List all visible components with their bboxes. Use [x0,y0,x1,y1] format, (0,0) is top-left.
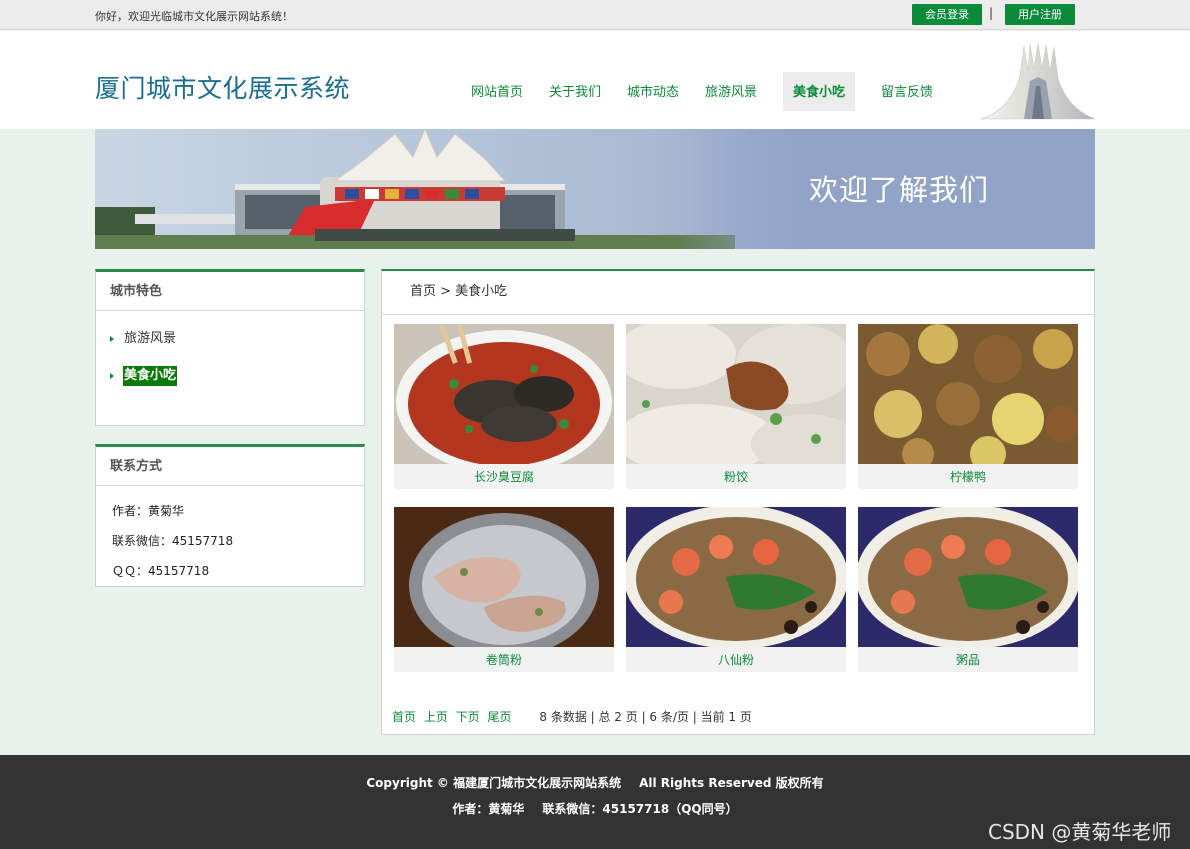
nav-item-news[interactable]: 城市动态 [627,72,679,111]
pagination: 首页 上页 下页 尾页 8 条数据 | 总 2 页 | 6 条/页 | 当前 1… [392,708,752,725]
pager-next-link[interactable]: 下页 [456,710,480,724]
food-image[interactable] [394,507,614,647]
user-register-button[interactable]: 用户注册 [1005,4,1075,25]
categories-box: 城市特色 旅游风景 美食小吃 [95,269,365,426]
food-name[interactable]: 长沙臭豆腐 [394,464,614,489]
food-card[interactable]: 粉饺 [626,324,846,489]
footer-line-2: 作者：黄菊华 联系微信：45157718（QQ同号） [0,800,1190,817]
food-name[interactable]: 卷筒粉 [394,647,614,672]
main-content: 首页 > 美食小吃 长沙臭豆腐 粉饺 柠檬鸭 卷筒粉 八仙粉 粥品 首页 上页 … [381,269,1095,735]
category-label[interactable]: 美食小吃 [123,366,178,386]
contact-wechat: 联系微信：45157718 [112,534,234,548]
site-title[interactable]: 厦门城市文化展示系统 [95,69,350,105]
food-name[interactable]: 柠檬鸭 [858,464,1078,489]
category-item-scenery[interactable]: 旅游风景 [110,323,364,360]
food-image[interactable] [626,324,846,464]
nav-item-food[interactable]: 美食小吃 [783,72,856,111]
arrow-right-icon [110,373,114,379]
category-label[interactable]: 旅游风景 [123,329,177,349]
pager-last-link[interactable]: 尾页 [488,710,512,724]
nav-item-about[interactable]: 关于我们 [549,72,601,111]
contact-info: 作者：黄菊华 联系微信：45157718 ＱＱ：45157718 [96,486,364,586]
top-bar: 你好，欢迎光临城市文化展示网站系统！ 会员登录 | 用户注册 [0,0,1190,30]
pager-first-link[interactable]: 首页 [392,710,416,724]
food-card[interactable]: 卷筒粉 [394,507,614,672]
food-name[interactable]: 粥品 [858,647,1078,672]
contact-box: 联系方式 作者：黄菊华 联系微信：45157718 ＱＱ：45157718 [95,444,365,587]
arrow-right-icon [110,336,114,342]
contact-author: 作者：黄菊华 [112,504,185,518]
watermark: CSDN @黄菊华老师 [988,820,1172,844]
banner: 欢迎了解我们 [95,129,1095,249]
food-name[interactable]: 粉饺 [626,464,846,489]
food-image[interactable] [394,324,614,464]
footer-rights: All Rights Reserved 版权所有 [639,776,824,790]
member-login-button[interactable]: 会员登录 [912,4,982,25]
banner-text: 欢迎了解我们 [809,173,990,207]
food-card[interactable]: 粥品 [858,507,1078,672]
pager-info: 8 条数据 | 总 2 页 | 6 条/页 | 当前 1 页 [539,710,752,724]
breadcrumb: 首页 > 美食小吃 [382,271,1094,315]
welcome-text: 你好，欢迎光临城市文化展示网站系统！ [95,10,293,23]
footer-author: 作者：黄菊华 [452,802,525,816]
food-image[interactable] [626,507,846,647]
categories-title: 城市特色 [96,272,364,311]
food-card[interactable]: 八仙粉 [626,507,846,672]
footer-line-1: Copyright © 福建厦门城市文化展示网站系统 All Rights Res… [0,774,1190,791]
topbar-separator: | [989,6,994,20]
contact-qq: ＱＱ：45157718 [112,564,210,578]
food-card[interactable]: 柠檬鸭 [858,324,1078,489]
nav-item-scenery[interactable]: 旅游风景 [705,72,757,111]
pager-prev-link[interactable]: 上页 [424,710,448,724]
building-logo-icon [980,42,1095,120]
category-item-food[interactable]: 美食小吃 [110,360,364,397]
footer-copyright: Copyright © 福建厦门城市文化展示网站系统 [366,776,622,790]
categories-list: 旅游风景 美食小吃 [96,311,364,397]
food-image[interactable] [858,507,1078,647]
site-header: 厦门城市文化展示系统 网站首页 关于我们 城市动态 旅游风景 美食小吃 留言反馈 [0,31,1190,129]
food-name[interactable]: 八仙粉 [626,647,846,672]
contact-title: 联系方式 [96,447,364,486]
footer-contact: 联系微信：45157718（QQ同号） [542,802,738,816]
food-card[interactable]: 长沙臭豆腐 [394,324,614,489]
nav-item-feedback[interactable]: 留言反馈 [881,72,933,111]
nav-item-home[interactable]: 网站首页 [471,72,523,111]
food-image[interactable] [858,324,1078,464]
